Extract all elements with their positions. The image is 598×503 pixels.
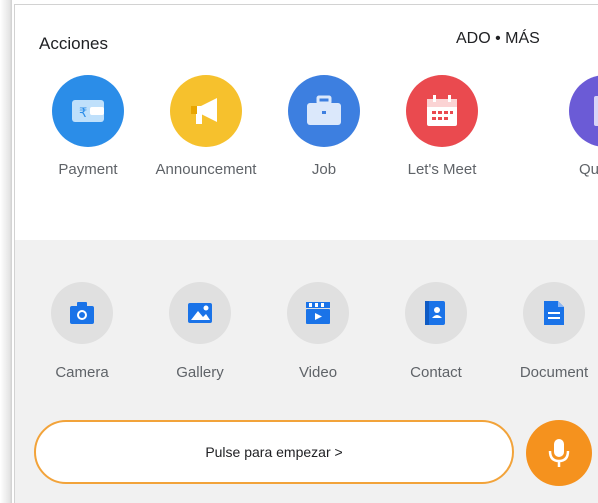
app-window: Acciones ADO • MÁS ₹ Payment Announcemen… [0,0,598,503]
attach-label: Contact [410,364,462,381]
action-payment[interactable]: ₹ Payment [28,75,148,178]
quiz-icon [569,75,598,147]
attach-camera[interactable]: Camera [22,282,142,381]
attach-label: Gallery [176,364,224,381]
actions-panel: Acciones ADO • MÁS ₹ Payment Announcemen… [14,4,598,503]
action-label: Qui [579,161,598,178]
left-shadow [0,0,12,503]
action-quiz[interactable]: Qui [500,75,598,178]
calendar-icon [406,75,478,147]
attach-label: Video [298,364,338,381]
panel-title: Acciones [39,34,108,53]
attach-document[interactable]: Document [494,282,598,381]
megaphone-icon [170,75,242,147]
clapperboard-icon [287,282,349,344]
action-label: Job [311,161,337,178]
rupee-wallet-icon: ₹ [52,75,124,147]
image-icon [169,282,231,344]
contact-book-icon [405,282,467,344]
action-label: Let's Meet [407,161,477,178]
more-link[interactable]: ADO • MÁS [456,30,540,48]
microphone-button[interactable] [526,420,592,486]
action-lets-meet[interactable]: Let's Meet [382,75,502,178]
attach-contact[interactable]: Contact [376,282,496,381]
microphone-icon [548,439,570,467]
attach-gallery[interactable]: Gallery [140,282,260,381]
camera-icon [51,282,113,344]
action-label: Payment [58,161,118,178]
action-job[interactable]: Job [264,75,384,178]
document-icon [523,282,585,344]
briefcase-icon [288,75,360,147]
action-label: Announcement [155,161,257,178]
attach-label: Camera [55,364,109,381]
attach-label: Document [519,364,589,381]
start-button[interactable]: Pulse para empezar > [34,420,514,484]
action-announcement[interactable]: Announcement [146,75,266,178]
attach-video[interactable]: Video [258,282,378,381]
svg-text:₹: ₹ [79,106,87,121]
